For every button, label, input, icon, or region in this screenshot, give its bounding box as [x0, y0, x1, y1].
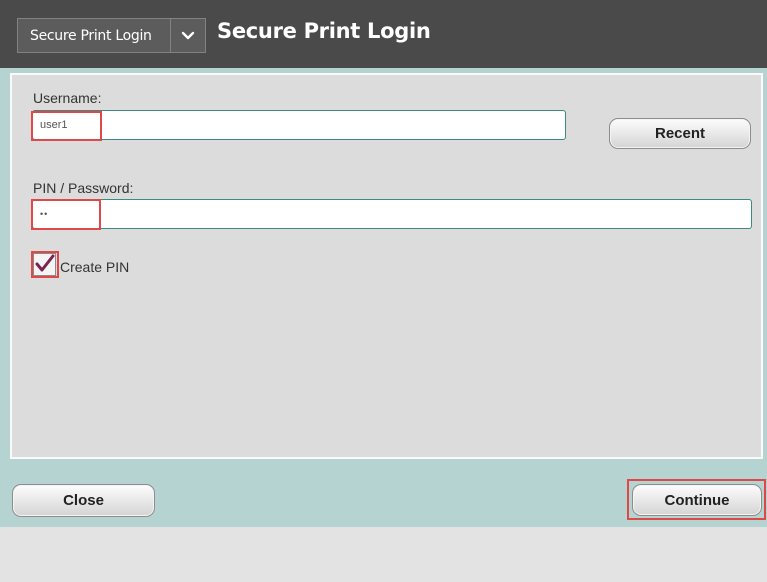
chevron-down-icon[interactable]	[171, 19, 204, 52]
password-input[interactable]	[33, 200, 751, 228]
title-bar: Secure Print Login Secure Print Login	[0, 0, 767, 68]
continue-button[interactable]: Continue	[632, 484, 762, 516]
create-pin-checkbox[interactable]	[33, 253, 56, 276]
recent-button[interactable]: Recent	[609, 118, 751, 149]
create-pin-label[interactable]: Create PIN	[60, 259, 129, 275]
checkmark-icon	[35, 254, 55, 272]
username-input[interactable]	[33, 111, 565, 139]
username-field[interactable]	[32, 110, 566, 140]
app-selector-label: Secure Print Login	[30, 27, 152, 44]
status-strip	[0, 527, 767, 582]
app-selector-dropdown[interactable]: Secure Print Login	[17, 18, 206, 53]
username-label: Username:	[33, 90, 102, 106]
password-field[interactable]	[32, 199, 752, 229]
close-button[interactable]: Close	[12, 484, 155, 517]
password-label: PIN / Password:	[33, 180, 134, 196]
page-title: Secure Print Login	[217, 19, 431, 43]
